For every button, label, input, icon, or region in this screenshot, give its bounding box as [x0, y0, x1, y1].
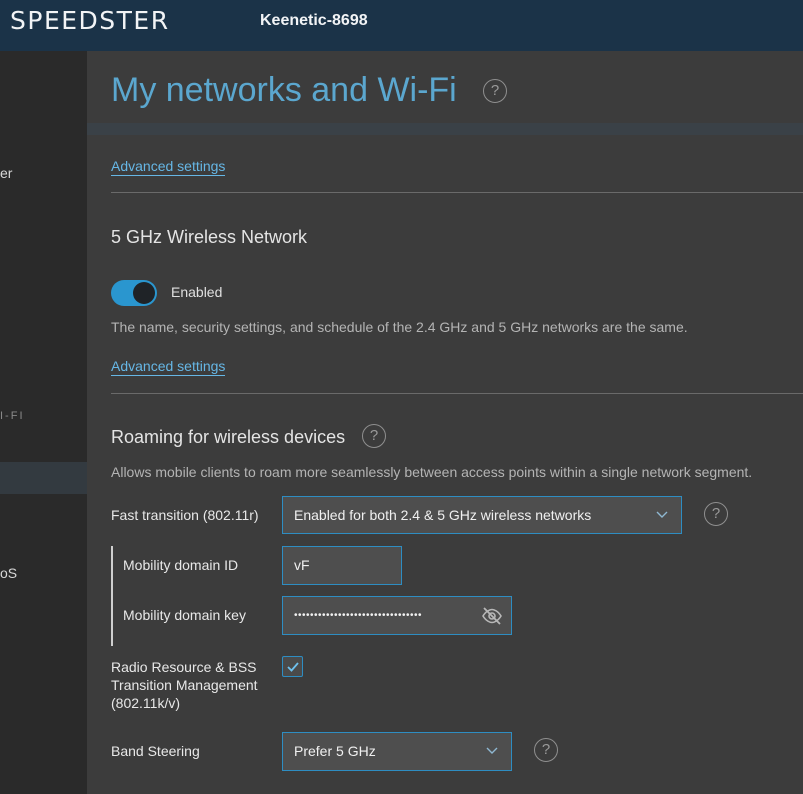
roaming-description: Allows mobile clients to roam more seaml… [111, 464, 753, 480]
band-steering-value: Prefer 5 GHz [294, 743, 376, 759]
sidebar-item-user[interactable]: er [0, 165, 12, 181]
top-header: SPEEDSTER Keenetic-8698 [0, 0, 803, 51]
page-title: My networks and Wi-Fi [111, 71, 457, 109]
mobility-domain-key-value: •••••••••••••••••••••••••••••••• [294, 610, 423, 621]
section-heading-5ghz: 5 GHz Wireless Network [111, 227, 308, 247]
advanced-settings-link-24ghz[interactable]: Advanced settings [111, 158, 226, 176]
fast-transition-help-icon[interactable]: ? [704, 502, 728, 526]
sidebar: er I-FI oS [0, 51, 87, 794]
rrm-bss-label-line2: Transition Management [111, 677, 258, 693]
divider [111, 192, 803, 193]
rrm-bss-label-line1: Radio Resource & BSS [111, 659, 257, 675]
mobility-domain-id-label: Mobility domain ID [123, 557, 239, 573]
band-steering-select[interactable]: Prefer 5 GHz [282, 732, 512, 771]
sidebar-item-qos[interactable]: oS [0, 565, 17, 581]
chevron-down-icon [656, 511, 668, 518]
band-steering-label: Band Steering [111, 743, 200, 759]
sidebar-item-active[interactable] [0, 462, 87, 494]
checkmark-icon [287, 662, 299, 672]
fast-transition-select[interactable]: Enabled for both 2.4 & 5 GHz wireless ne… [282, 496, 682, 534]
fast-transition-value: Enabled for both 2.4 & 5 GHz wireless ne… [294, 507, 592, 523]
rrm-bss-label-line3: (802.11k/v) [111, 695, 180, 711]
mobility-domain-key-label: Mobility domain key [123, 607, 246, 623]
brand-logo[interactable]: SPEEDSTER [10, 6, 170, 35]
toggle-label: Enabled [171, 284, 223, 300]
roaming-help-icon[interactable]: ? [362, 424, 386, 448]
page-help-icon[interactable]: ? [483, 79, 507, 103]
eye-slash-icon[interactable] [481, 606, 503, 626]
title-separator [87, 123, 803, 135]
toggle-5ghz-enabled[interactable] [111, 280, 157, 306]
section-heading-roaming: Roaming for wireless devices [111, 427, 346, 447]
chevron-down-icon [486, 747, 498, 754]
rrm-bss-checkbox[interactable] [282, 656, 303, 677]
advanced-settings-link-5ghz[interactable]: Advanced settings [111, 358, 226, 376]
rrm-bss-label: Radio Resource & BSS Transition Manageme… [111, 658, 258, 712]
subsection-bracket [111, 546, 113, 646]
main-content: My networks and Wi-Fi ? Advanced setting… [87, 51, 803, 794]
mobility-domain-id-input[interactable]: vF [282, 546, 402, 585]
divider [111, 393, 803, 394]
device-name: Keenetic-8698 [260, 12, 368, 29]
toggle-knob [133, 282, 155, 304]
fast-transition-label: Fast transition (802.11r) [111, 507, 259, 523]
section-description-5ghz: The name, security settings, and schedul… [111, 319, 688, 335]
sidebar-section-wifi: I-FI [0, 410, 25, 422]
mobility-domain-key-input[interactable]: •••••••••••••••••••••••••••••••• [282, 596, 512, 635]
band-steering-help-icon[interactable]: ? [534, 738, 558, 762]
